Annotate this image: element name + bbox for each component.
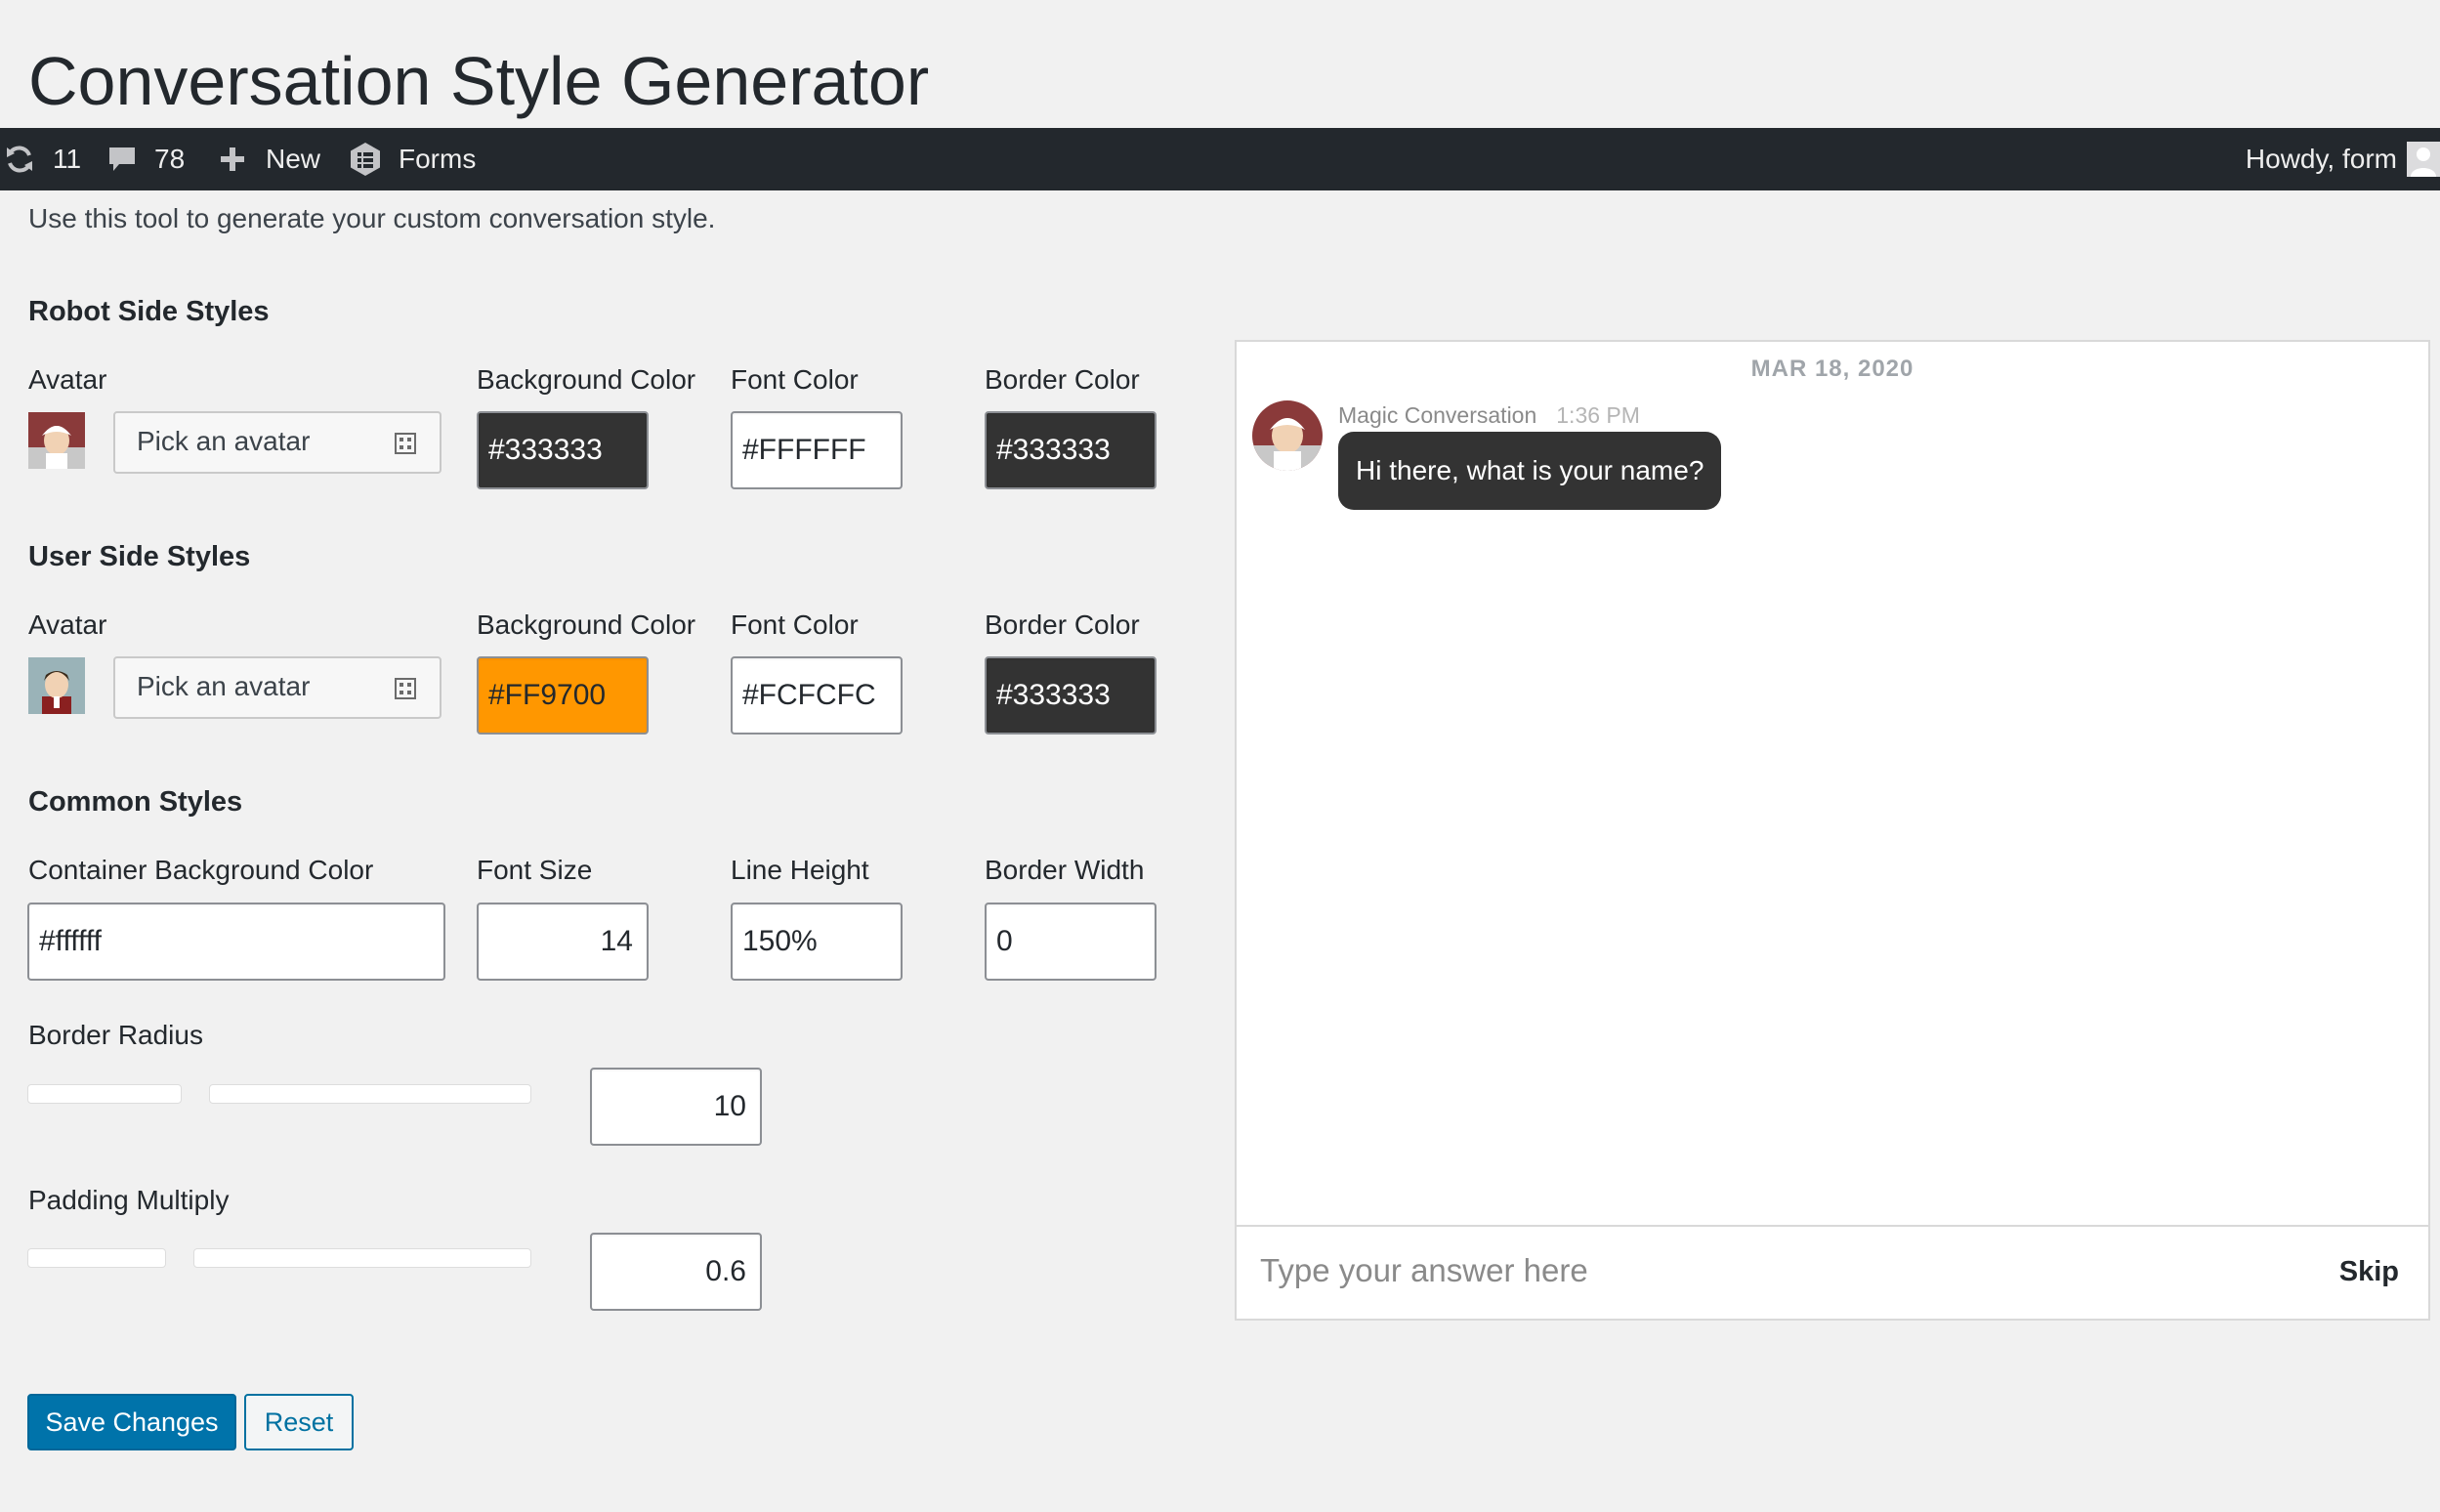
user-border-color-input[interactable]: #333333: [985, 656, 1157, 735]
robot-border-color-input[interactable]: #333333: [985, 411, 1157, 489]
line-height-input[interactable]: 150%: [731, 903, 903, 981]
preview-meta: Magic Conversation 1:36 PM: [1338, 402, 1640, 429]
howdy-text: Howdy, form: [2245, 144, 2397, 174]
border-width-input[interactable]: 0: [985, 903, 1157, 981]
robot-heading: Robot Side Styles: [28, 296, 270, 327]
updates-link[interactable]: 11: [4, 128, 81, 190]
user-border-label: Border Color: [985, 609, 1140, 640]
border-width-label: Border Width: [985, 855, 1145, 885]
forms-link[interactable]: Forms: [348, 128, 476, 190]
updates-count: 11: [53, 144, 82, 174]
robot-picker-text: Pick an avatar: [137, 426, 311, 456]
admin-bar: 11 78 New Forms Howdy, form: [0, 128, 2440, 190]
border-radius-slider-a[interactable]: [27, 1084, 182, 1104]
user-picker-text: Pick an avatar: [137, 671, 311, 701]
robot-avatar-image: [28, 412, 85, 469]
updates-icon: [7, 146, 32, 173]
user-avatar-label: Avatar: [28, 609, 107, 640]
font-size-label: Font Size: [477, 855, 593, 885]
reset-button[interactable]: Reset: [244, 1394, 354, 1450]
robot-message-bubble: Hi there, what is your name?: [1338, 432, 1722, 510]
comments-count: 78: [154, 144, 186, 174]
picker-icon: [395, 678, 416, 704]
container-bg-label: Container Background Color: [28, 855, 374, 885]
robot-font-label: Font Color: [731, 364, 859, 395]
comments-link[interactable]: 78: [107, 128, 185, 190]
padding-slider-a[interactable]: [27, 1248, 166, 1268]
user-bg-color-input[interactable]: #FF9700: [477, 656, 649, 735]
robot-bg-label: Background Color: [477, 364, 696, 395]
preview-time: 1:36 PM: [1556, 402, 1640, 428]
plus-icon: [221, 147, 244, 171]
picker-icon: [395, 433, 416, 459]
robot-avatar-picker[interactable]: Pick an avatar: [113, 411, 442, 474]
line-height-label: Line Height: [731, 855, 869, 885]
preview-answer-bar: Type your answer here Skip: [1237, 1225, 2428, 1319]
user-avatar-image: [28, 657, 85, 714]
padding-input[interactable]: 0.6: [590, 1233, 762, 1311]
new-link[interactable]: New: [219, 128, 320, 190]
user-font-label: Font Color: [731, 609, 859, 640]
new-label: New: [266, 144, 321, 174]
border-radius-label: Border Radius: [28, 1020, 203, 1050]
user-bg-label: Background Color: [477, 609, 696, 640]
forms-icon: [351, 143, 380, 176]
padding-slider-b[interactable]: [193, 1248, 531, 1268]
user-avatar-icon[interactable]: [2407, 142, 2440, 177]
page-title: Conversation Style Generator: [28, 43, 930, 119]
comments-icon: [109, 147, 135, 171]
padding-label: Padding Multiply: [28, 1185, 230, 1215]
common-heading: Common Styles: [28, 786, 243, 818]
answer-input[interactable]: Type your answer here: [1260, 1252, 1588, 1289]
save-changes-button[interactable]: Save Changes: [27, 1394, 236, 1450]
border-radius-slider-b[interactable]: [209, 1084, 531, 1104]
robot-font-color-input[interactable]: #FFFFFF: [731, 411, 903, 489]
my-account[interactable]: Howdy, form: [2246, 128, 2397, 190]
container-bg-input[interactable]: #ffffff: [27, 903, 445, 981]
user-font-color-input[interactable]: #FCFCFC: [731, 656, 903, 735]
user-avatar-picker[interactable]: Pick an avatar: [113, 656, 442, 719]
robot-border-label: Border Color: [985, 364, 1140, 395]
conversation-preview: MAR 18, 2020 Magic Conversation 1:36 PM H…: [1235, 340, 2430, 1321]
preview-sender: Magic Conversation: [1338, 402, 1537, 428]
skip-button[interactable]: Skip: [2339, 1256, 2399, 1288]
robot-avatar-label: Avatar: [28, 364, 107, 395]
user-heading: User Side Styles: [28, 541, 251, 572]
robot-bg-color-input[interactable]: #333333: [477, 411, 649, 489]
font-size-input[interactable]: 14: [477, 903, 649, 981]
preview-avatar: [1252, 400, 1323, 471]
border-radius-input[interactable]: 10: [590, 1068, 762, 1146]
preview-date: MAR 18, 2020: [1750, 356, 1914, 382]
intro-text: Use this tool to generate your custom co…: [28, 203, 716, 233]
forms-label: Forms: [399, 144, 477, 174]
